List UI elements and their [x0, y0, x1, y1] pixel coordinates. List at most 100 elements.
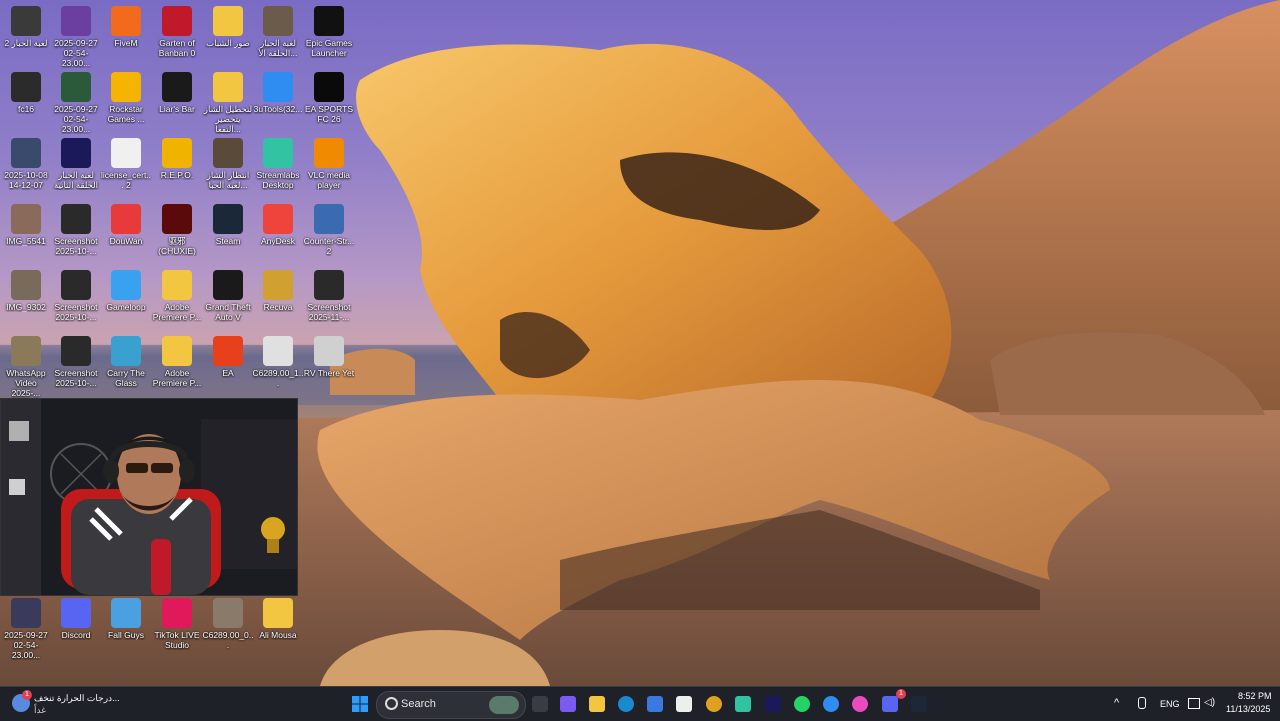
- desktop-icon[interactable]: 2025-09-27 02-54-23.00...: [0, 596, 52, 660]
- desktop-icon[interactable]: VLC media player: [303, 136, 355, 200]
- desktop-icon[interactable]: EA SPORTS FC 26: [303, 70, 355, 134]
- desktop-icon-label: EA SPORTS FC 26: [304, 104, 354, 124]
- desktop-icon[interactable]: Screenshot 2025-10-...: [50, 268, 102, 332]
- desktop-icon[interactable]: 2025-09-27 02-54-23.00...: [50, 4, 102, 68]
- desktop-icon[interactable]: Discord: [50, 596, 102, 660]
- desktop-icon[interactable]: 驱邪 (CHUXIE): [151, 202, 203, 266]
- weather-widget[interactable]: 1 درجات الحرارة تنخف... غداً: [10, 690, 130, 718]
- desktop-icon[interactable]: Carry The Glass: [100, 334, 152, 398]
- tiktok-icon: [162, 598, 192, 628]
- desktop-icon[interactable]: Adobe Premiere P...: [151, 268, 203, 332]
- desktop-icon[interactable]: Grand Theft Auto V: [202, 268, 254, 332]
- desktop-icon-label: Discord: [61, 630, 91, 640]
- desktop-icon[interactable]: IMG_5541: [0, 202, 52, 266]
- desktop-icon[interactable]: AnyDesk: [252, 202, 304, 266]
- desktop-icon[interactable]: fc16: [0, 70, 52, 134]
- steam-button[interactable]: [907, 692, 931, 716]
- desktop-icon[interactable]: R.E.P.O.: [151, 136, 203, 200]
- windows-logo-icon: [352, 696, 368, 712]
- chrome-icon: [706, 696, 722, 712]
- edge-button[interactable]: [614, 692, 638, 716]
- pin-icon: [676, 696, 692, 712]
- desktop-icon[interactable]: IMG_9302: [0, 268, 52, 332]
- desktop-icon[interactable]: Steam: [202, 202, 254, 266]
- language-indicator[interactable]: ENG: [1160, 699, 1180, 709]
- whatsapp-button[interactable]: [790, 692, 814, 716]
- desktop-icon-label: Screenshot 2025-10-...: [54, 368, 98, 388]
- itunes-button[interactable]: [848, 692, 872, 716]
- desktop-icon[interactable]: C6289.00_1...: [252, 334, 304, 398]
- folder-icon: [589, 696, 605, 712]
- file-explorer-button[interactable]: [585, 692, 609, 716]
- desktop-icon[interactable]: Streamlabs Desktop: [252, 136, 304, 200]
- desktop-icon-label: VLC media player: [307, 170, 351, 190]
- discord-icon: [882, 696, 898, 712]
- desktop-icon-label: Rockstar Games ...: [107, 104, 145, 124]
- image-thumbnail-icon: [11, 204, 41, 234]
- desktop-icon[interactable]: FiveM: [100, 4, 152, 68]
- weather-badge: 1: [22, 690, 32, 700]
- desktop-icon[interactable]: RV There Yet: [303, 334, 355, 398]
- desktop-icon-label: لعبة الحبار الحلقة الثانية: [53, 170, 99, 190]
- desktop-icon[interactable]: Screenshot 2025-10-...: [50, 202, 102, 266]
- desktop-icon[interactable]: Gameloop: [100, 268, 152, 332]
- desktop-icon[interactable]: Screenshot 2025-11-...: [303, 268, 355, 332]
- clock-date[interactable]: 11/13/2025: [1226, 704, 1270, 714]
- desktop-icon[interactable]: C6289.00_0...: [202, 596, 254, 660]
- desktop-icon-label: Carry The Glass: [107, 368, 145, 388]
- store-button[interactable]: [643, 692, 667, 716]
- desktop-icon[interactable]: 2025-10-08 14-12-07: [0, 136, 52, 200]
- desktop-icon-label: TikTok LIVE Studio: [154, 630, 200, 650]
- desktop-icon[interactable]: 3uTools(32...: [252, 70, 304, 134]
- ea-fc-icon: [314, 72, 344, 102]
- desktop-icon[interactable]: لتحطيل الشاز يتحضير التفعا...: [202, 70, 254, 134]
- desktop-icon[interactable]: Ali Mousa: [252, 596, 304, 660]
- chrome-button[interactable]: [702, 692, 726, 716]
- desktop-icon-label: R.E.P.O.: [160, 170, 194, 180]
- desktop-icon-label: FiveM: [114, 38, 138, 48]
- photos-button[interactable]: [819, 692, 843, 716]
- desktop-icon[interactable]: Garten of Banban 0: [151, 4, 203, 68]
- network-icon[interactable]: [1188, 698, 1200, 709]
- streamlabs-icon: [735, 696, 751, 712]
- desktop-icon[interactable]: Screenshot 2025-10-...: [50, 334, 102, 398]
- video-thumbnail-icon: [213, 138, 243, 168]
- copilot-button[interactable]: [556, 692, 580, 716]
- desktop-icon[interactable]: EA: [202, 334, 254, 398]
- microphone-icon[interactable]: [1138, 697, 1146, 709]
- desktop-icon[interactable]: لعبة الحبار الحلقة الثانية: [50, 136, 102, 200]
- desktop-icon[interactable]: 2025-09-27 02-54-23.00...: [50, 70, 102, 134]
- taskbar-search[interactable]: Search: [376, 691, 526, 719]
- itunes-icon: [852, 696, 868, 712]
- desktop-icon[interactable]: لعبة الحبار الحلقة الأ...: [252, 4, 304, 68]
- desktop-icon-label: license_cert... 2: [100, 170, 152, 190]
- desktop-icon[interactable]: Fall Guys: [100, 596, 152, 660]
- desktop-icon-label: Garten of Banban 0: [158, 38, 196, 58]
- desktop-icon-label: Liar's Bar: [159, 104, 195, 114]
- streamlabs-button[interactable]: [731, 692, 755, 716]
- desktop-icon[interactable]: Counter-Str... 2: [303, 202, 355, 266]
- desktop-icon[interactable]: Liar's Bar: [151, 70, 203, 134]
- desktop-icon[interactable]: license_cert... 2: [100, 136, 152, 200]
- desktop-icon[interactable]: Adobe Premiere P...: [151, 334, 203, 398]
- desktop-icon[interactable]: Rockstar Games ...: [100, 70, 152, 134]
- premiere-button[interactable]: [761, 692, 785, 716]
- app-button[interactable]: [672, 692, 696, 716]
- desktop-icon[interactable]: لعبة الحبار 2: [0, 4, 52, 68]
- desktop-icon[interactable]: WhatsApp Video 2025-...: [0, 334, 52, 398]
- start-button[interactable]: [348, 692, 372, 716]
- desktop-icon[interactable]: Epic Games Launcher: [303, 4, 355, 68]
- desktop-icon[interactable]: انتظار الشاز لعبة الحبا...: [202, 136, 254, 200]
- volume-icon[interactable]: ◁): [1204, 697, 1215, 708]
- desktop-icon[interactable]: صور الشباب: [202, 4, 254, 68]
- 3utools-icon: [263, 72, 293, 102]
- liars-bar-icon: [162, 72, 192, 102]
- steam-icon: [911, 696, 927, 712]
- desktop-icon-label: IMG_9302: [6, 302, 46, 312]
- desktop-icon[interactable]: TikTok LIVE Studio: [151, 596, 203, 660]
- clock-time[interactable]: 8:52 PM: [1238, 691, 1272, 701]
- show-hidden-icons-chevron-icon[interactable]: ^: [1114, 697, 1119, 709]
- desktop-icon[interactable]: Recuva: [252, 268, 304, 332]
- desktop-icon[interactable]: DouWan: [100, 202, 152, 266]
- task-view-button[interactable]: [528, 692, 552, 716]
